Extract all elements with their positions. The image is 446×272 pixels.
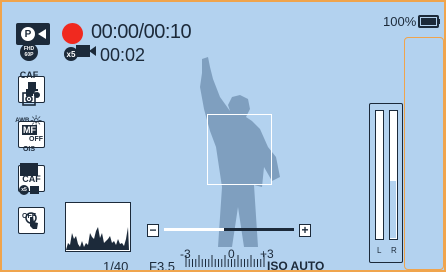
resolution-icon[interactable]: FHD 60P	[18, 43, 40, 61]
metering-glyph	[22, 92, 36, 106]
wind-cut-label: OFF	[22, 212, 36, 220]
movie-triangle-icon	[38, 29, 46, 39]
exposure-slider[interactable]	[164, 228, 294, 231]
exposure-slider-fill	[223, 228, 294, 231]
ois-icon[interactable]: OIS	[18, 136, 40, 154]
program-p-icon: P	[21, 27, 35, 41]
audio-level-meter: L R	[369, 103, 403, 263]
af-frame[interactable]	[207, 114, 272, 185]
aspect-glyph	[20, 162, 38, 176]
camera-viewfinder: P 00:00/00:10 x5 00:02 100% MF OFF CAF −…	[0, 0, 446, 272]
battery-percent: 100%	[383, 14, 417, 29]
sun-icon: ☼	[29, 111, 43, 130]
white-balance-label: AWB	[15, 118, 30, 124]
histogram	[65, 202, 131, 252]
audio-right-label: R	[391, 246, 397, 255]
aperture-value: F3.5	[149, 259, 176, 272]
fast-motion-setting-icon[interactable]: x5	[18, 181, 40, 199]
metering-icon[interactable]	[18, 90, 40, 108]
fast-motion-time: 00:02	[100, 45, 146, 65]
movie-mode-icon[interactable]: P	[16, 23, 50, 45]
af-mode-label: CAF	[19, 70, 39, 80]
audio-level-right	[390, 181, 396, 238]
exposure-minus-button[interactable]: −	[147, 224, 159, 237]
fast-motion-setting-badge: x5	[19, 185, 29, 195]
audio-channel-right	[389, 110, 398, 240]
ois-label: OIS	[22, 145, 36, 153]
audio-channel-left	[375, 110, 384, 240]
movie-camera-lens	[89, 46, 96, 56]
fast-motion-icon: x5	[64, 43, 96, 63]
shutter-speed: 1/40	[103, 259, 129, 272]
exposure-plus-button[interactable]: +	[299, 224, 311, 237]
af-mode-icon[interactable]: CAF	[18, 66, 40, 84]
histogram-graph	[66, 227, 129, 250]
audio-left-label: L	[377, 246, 382, 255]
record-time: 00:00/00:10	[91, 21, 192, 43]
record-indicator-icon	[62, 23, 83, 44]
resolution-label: FHD 60P	[20, 43, 38, 61]
exposure-scale-ticks	[185, 255, 265, 267]
white-balance-icon[interactable]: AWB ☼	[15, 111, 43, 130]
quick-settings-panel	[404, 37, 444, 270]
wind-cut-icon[interactable]: OFF	[18, 203, 40, 221]
iso-value: ISO AUTO	[267, 259, 325, 272]
battery-icon	[418, 15, 440, 28]
movie-camera-body	[76, 45, 90, 57]
aspect-ratio-icon[interactable]	[18, 160, 40, 178]
